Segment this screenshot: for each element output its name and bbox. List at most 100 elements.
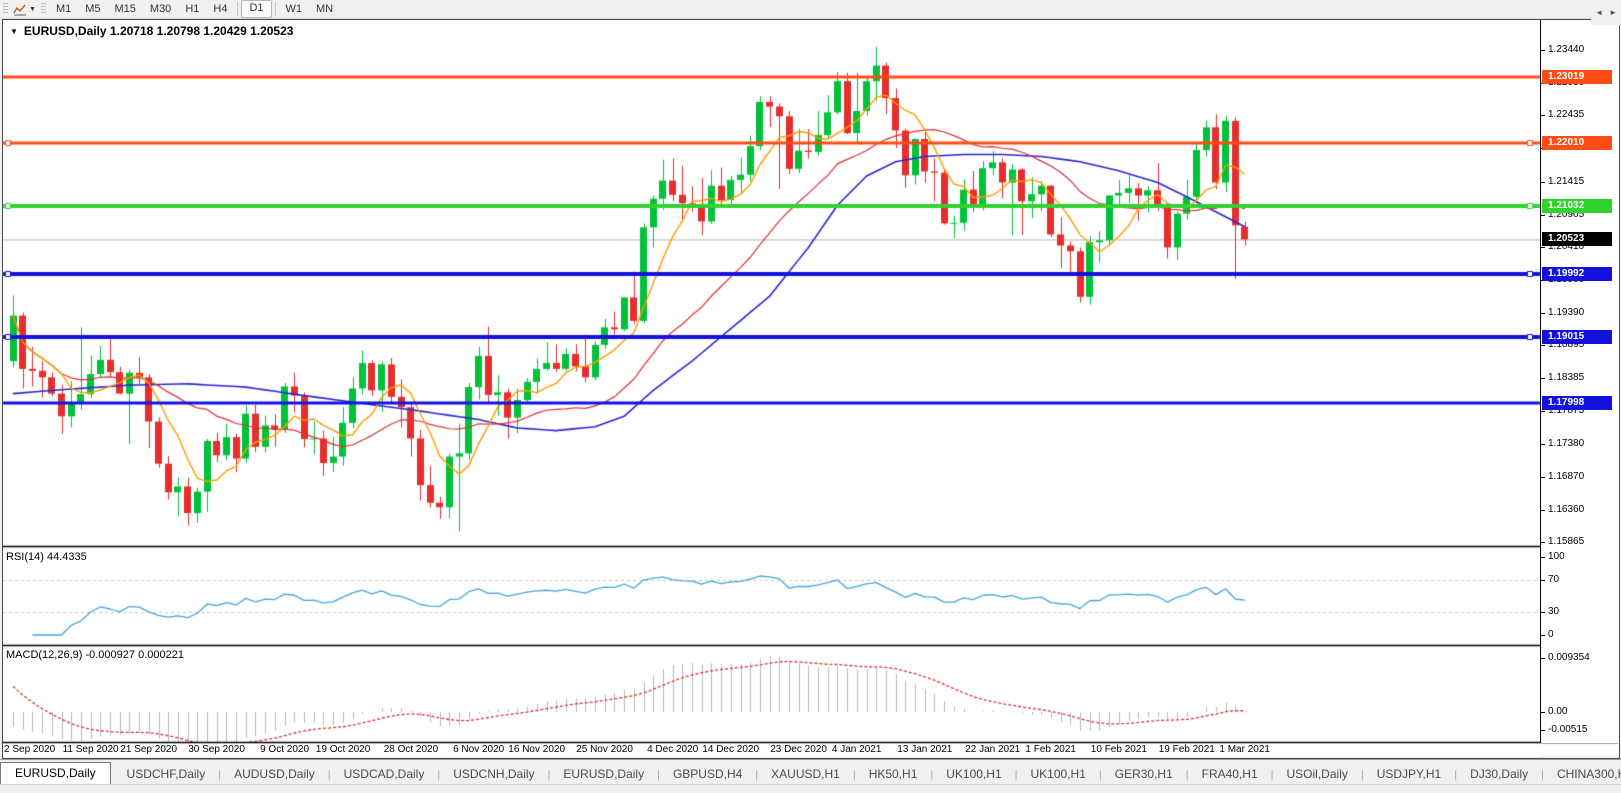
tab-eurusd-daily[interactable]: EURUSD,Daily [0, 762, 111, 785]
tab-dj30-daily[interactable]: DJ30,Daily [1457, 764, 1541, 785]
hline-badge-1.19015[interactable]: 1.19015 [1542, 330, 1612, 344]
date-tick: 19 Feb 2021 [1159, 744, 1215, 755]
macd-tick-0.009354: 0.009354 [1548, 652, 1590, 663]
price-axis[interactable]: 1.234401.229301.224351.219251.214151.209… [1540, 19, 1621, 743]
rsi-tick-100: 100 [1548, 551, 1565, 562]
timeframe-button-h4[interactable]: H4 [206, 1, 234, 17]
hline-badge-1.19992[interactable]: 1.19992 [1542, 267, 1612, 281]
rsi-tick-30-tick [1541, 612, 1545, 613]
date-tick: 28 Oct 2020 [384, 744, 438, 755]
date-tick: 11 Sep 2020 [63, 744, 119, 755]
date-tick: 30 Sep 2020 [188, 744, 245, 755]
price-tick-1.19390: 1.19390 [1548, 307, 1584, 318]
tab-usdcnh-daily[interactable]: USDCNH,Daily [440, 764, 547, 785]
chart-symbol-caret-icon[interactable]: ▼ [10, 27, 18, 36]
date-tick: 21 Sep 2020 [120, 744, 177, 755]
tab-scroll-left-icon[interactable]: ◄ [1595, 8, 1603, 17]
toolbar-grip[interactable] [3, 3, 8, 15]
price-tick-1.17875-tick [1541, 411, 1545, 412]
price-tick-1.23440-tick [1541, 50, 1545, 51]
toolbar: ▼ M1M5M15M30H1H4 D1 W1MN [0, 0, 1621, 19]
tab-gbpusd-h4[interactable]: GBPUSD,H4 [660, 764, 755, 785]
macd-tick--0.00515: -0.00515 [1548, 724, 1587, 735]
toolbar-separator [275, 2, 276, 16]
current-price-badge: 1.20523 [1542, 232, 1612, 246]
price-tick-1.18385: 1.18385 [1548, 372, 1584, 383]
timeframe-button-h1[interactable]: H1 [178, 1, 206, 17]
tab-xauusd-h1[interactable]: XAUUSD,H1 [758, 764, 853, 785]
timeframe-buttons: M1M5M15M30H1H4 D1 W1MN [49, 0, 340, 18]
timeframe-button-m15[interactable]: M15 [108, 1, 143, 17]
hline-badge-1.23019[interactable]: 1.23019 [1542, 70, 1612, 84]
tab-uk100-h1[interactable]: UK100,H1 [1018, 764, 1099, 785]
timeframe-button-w1[interactable]: W1 [279, 1, 310, 17]
tab-usdchf-daily[interactable]: USDCHF,Daily [114, 764, 219, 785]
hline-badge-1.17998[interactable]: 1.17998 [1542, 396, 1612, 410]
price-tick-1.20410-tick [1541, 247, 1545, 248]
chart-tabs-bar: EURUSD,Daily|USDCHF,Daily|AUDUSD,Daily|U… [0, 759, 1621, 785]
price-tick-1.16360-tick [1541, 510, 1545, 511]
tab-scroll-arrows: ◄ ► [1591, 0, 1621, 25]
timeframe-button-d1[interactable]: D1 [241, 0, 271, 18]
tab-audusd-daily[interactable]: AUDUSD,Daily [221, 764, 328, 785]
tab-china300-h1[interactable]: CHINA300,H1 [1544, 764, 1621, 785]
date-tick: 23 Dec 2020 [770, 744, 827, 755]
price-tick-1.16360: 1.16360 [1548, 504, 1584, 515]
tab-uk100-h1[interactable]: UK100,H1 [933, 764, 1014, 785]
price-tick-1.22435-tick [1541, 115, 1545, 116]
date-tick: 14 Dec 2020 [702, 744, 759, 755]
rsi-tick-70: 70 [1548, 574, 1559, 585]
date-tick: 2 Sep 2020 [4, 744, 55, 755]
tab-scroll-right-icon[interactable]: ► [1609, 8, 1617, 17]
rsi-tick-0: 0 [1548, 629, 1554, 640]
hline-badge-1.22010[interactable]: 1.22010 [1542, 136, 1612, 150]
chart-title-text: EURUSD,Daily 1.20718 1.20798 1.20429 1.2… [24, 24, 294, 38]
zigzag-icon [13, 3, 27, 16]
chart-title: ▼ EURUSD,Daily 1.20718 1.20798 1.20429 1.… [10, 24, 293, 38]
macd-tick-0.009354-tick [1541, 658, 1545, 659]
trading-terminal: ▼ M1M5M15M30H1H4 D1 W1MN ▼ EURUSD,Daily 1.2… [0, 0, 1621, 793]
tab-hk50-h1[interactable]: HK50,H1 [856, 764, 931, 785]
date-tick: 10 Feb 2021 [1091, 744, 1147, 755]
date-tick: 6 Nov 2020 [453, 744, 504, 755]
tab-usdcad-daily[interactable]: USDCAD,Daily [331, 764, 438, 785]
toolbar-separator [237, 2, 238, 16]
macd-tick-0.00-tick [1541, 712, 1545, 713]
timeframe-button-m1[interactable]: M1 [49, 1, 78, 17]
timeframe-button-mn[interactable]: MN [309, 1, 340, 17]
macd-tick-0.00: 0.00 [1548, 706, 1567, 717]
date-axis[interactable]: 2 Sep 2020 11 Sep 202021 Sep 2020 30 Sep 2… [3, 744, 1539, 757]
price-tick-1.17380-tick [1541, 444, 1545, 445]
price-tick-1.16870: 1.16870 [1548, 471, 1584, 482]
price-tick-1.22435: 1.22435 [1548, 109, 1584, 120]
price-tick-1.23440: 1.23440 [1548, 44, 1584, 55]
tab-eurusd-daily[interactable]: EURUSD,Daily [550, 764, 657, 785]
tab-usoil-daily[interactable]: USOil,Daily [1274, 764, 1361, 785]
price-tick-1.15865-tick [1541, 542, 1545, 543]
date-tick: 1 Mar 2021 [1219, 744, 1270, 755]
macd-tick--0.00515-tick [1541, 730, 1545, 731]
tab-usdjpy-h1[interactable]: USDJPY,H1 [1364, 764, 1454, 785]
price-tick-1.17380: 1.17380 [1548, 438, 1584, 449]
date-tick: 4 Dec 2020 [647, 744, 698, 755]
hline-badge-1.21032[interactable]: 1.21032 [1542, 199, 1612, 213]
timeframe-button-m30[interactable]: M30 [143, 1, 178, 17]
status-strip [0, 784, 1621, 793]
toolbar-grip2[interactable] [41, 3, 46, 15]
rsi-tick-70-tick [1541, 580, 1545, 581]
rsi-tick-100-tick [1541, 557, 1545, 558]
price-tick-1.20905-tick [1541, 215, 1545, 216]
price-tick-1.19390-tick [1541, 313, 1545, 314]
date-tick: 9 Oct 2020 [260, 744, 309, 755]
tab-fra40-h1[interactable]: FRA40,H1 [1189, 764, 1271, 785]
dropdown-caret-icon[interactable]: ▼ [29, 6, 36, 13]
timeframe-button-m5[interactable]: M5 [78, 1, 107, 17]
tab-ger30-h1[interactable]: GER30,H1 [1102, 764, 1186, 785]
price-tick-1.21415-tick [1541, 182, 1545, 183]
chart-canvas[interactable] [0, 0, 1621, 793]
chart-tool-icon[interactable]: ▼ [11, 3, 38, 16]
price-tick-1.21415: 1.21415 [1548, 176, 1584, 187]
rsi-tick-30: 30 [1548, 606, 1559, 617]
rsi-pane-label: RSI(14) 44.4335 [6, 551, 87, 563]
date-tick: 4 Jan 2021 [832, 744, 882, 755]
